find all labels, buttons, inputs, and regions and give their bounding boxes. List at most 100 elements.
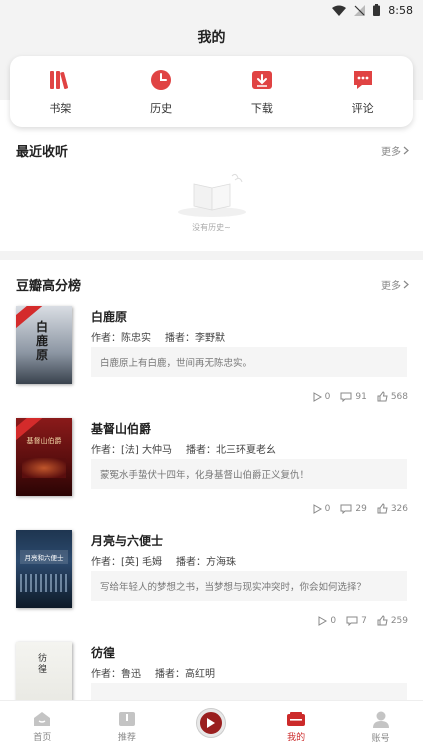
home-icon: [34, 712, 51, 726]
like-count: 568: [377, 391, 408, 402]
book-author: 作者：陈忠实: [91, 333, 151, 344]
like-count-value: 326: [390, 503, 408, 514]
thumbs-up-icon: [377, 615, 388, 626]
book-title: 彷徨: [91, 646, 116, 660]
quick-actions-card: 书架 历史 下载 评论: [10, 56, 413, 127]
comment-count-value: 7: [361, 615, 367, 626]
recent-more-link[interactable]: 更多: [381, 143, 409, 158]
thumbs-up-icon: [377, 391, 388, 402]
comment-count-value: 91: [355, 391, 367, 402]
tab-mine[interactable]: 我的: [254, 701, 339, 752]
tab-account[interactable]: 账号: [338, 701, 423, 752]
bottom-tab-bar: 首页 推荐 我的 账号: [0, 700, 423, 752]
book-description: 蒙冤水手蛰伏十四年，化身基督山伯爵正义复仇！: [91, 459, 407, 489]
ranking-section-header: 豆瓣高分榜 更多: [16, 275, 409, 294]
tab-player[interactable]: [169, 701, 254, 752]
signal-off-icon: [354, 4, 366, 16]
recent-more-label: 更多: [381, 147, 401, 158]
book-author: 作者：[英] 毛姆: [91, 557, 162, 568]
tab-home[interactable]: 首页: [0, 701, 85, 752]
quick-bookshelf[interactable]: 书架: [10, 56, 111, 127]
download-icon: [250, 68, 274, 92]
mine-icon: [287, 712, 306, 726]
bookshelf-icon: [48, 68, 72, 92]
book-author: 作者：鲁迅: [91, 669, 141, 680]
recent-empty-text: 没有历史~: [192, 223, 231, 232]
comment-bubble-icon: [340, 392, 352, 402]
book-title: 月亮与六便士: [91, 534, 164, 548]
book-title: 白鹿原: [91, 310, 128, 324]
page-title: 我的: [197, 30, 226, 46]
tab-recommend-label: 推荐: [117, 733, 136, 743]
quick-bookshelf-label: 书架: [49, 102, 72, 115]
play-icon: [197, 709, 226, 737]
tab-account-label: 账号: [371, 734, 390, 744]
comment-icon: [351, 68, 375, 92]
recent-empty-state: 没有历史~: [0, 170, 423, 240]
book-item[interactable]: 白鹿原 白鹿原 作者：陈忠实 播者：李野默 白鹿原上有白鹿，世间再无陈忠实。 0…: [16, 306, 408, 418]
empty-book-icon: [177, 173, 246, 217]
book-meta: 作者：[英] 毛姆 播者：方海珠: [91, 553, 236, 568]
battery-icon: [373, 4, 381, 16]
recent-title: 最近收听: [16, 145, 69, 160]
comment-count: 7: [346, 616, 367, 626]
play-count: 0: [313, 503, 331, 514]
book-meta: 作者：陈忠实 播者：李野默: [91, 329, 225, 344]
book-narrator: 播者：北三环夏老幺: [185, 445, 276, 456]
book-icon: [118, 712, 135, 726]
book-cover: 基督山伯爵: [16, 418, 72, 496]
quick-download[interactable]: 下载: [212, 56, 313, 127]
clock-icon: [149, 68, 173, 92]
status-time: 8:58: [388, 3, 413, 17]
quick-download-label: 下载: [250, 102, 273, 115]
like-count: 259: [377, 615, 408, 626]
book-description: 写给年轻人的梦想之书，当梦想与现实冲突时，你会如何选择？: [91, 571, 407, 601]
ranking-more-link[interactable]: 更多: [381, 277, 409, 292]
comment-count: 29: [340, 504, 367, 514]
quick-comment[interactable]: 评论: [312, 56, 413, 127]
book-cover: 白鹿原: [16, 306, 72, 384]
tab-recommend[interactable]: 推荐: [85, 701, 170, 752]
cover-art: [22, 458, 66, 478]
comment-bubble-icon: [346, 616, 358, 626]
account-icon: [372, 711, 389, 728]
quick-comment-label: 评论: [351, 102, 374, 115]
book-item[interactable]: 基督山伯爵 基督山伯爵 作者：[法] 大仲马 播者：北三环夏老幺 蒙冤水手蛰伏十…: [16, 418, 408, 530]
cover-title: 基督山伯爵: [26, 437, 62, 445]
comment-count: 91: [340, 391, 367, 402]
book-title: 基督山伯爵: [91, 422, 152, 436]
cover-art: [20, 574, 68, 592]
play-count: 0: [313, 391, 331, 402]
book-stats: 0 7 259: [318, 615, 408, 626]
play-count-value: 0: [324, 391, 331, 402]
book-meta: 作者：[法] 大仲马 播者：北三环夏老幺: [91, 441, 276, 456]
quick-history-label: 历史: [150, 102, 173, 115]
book-meta: 作者：鲁迅 播者：高红明: [91, 665, 215, 680]
play-icon: [313, 503, 322, 514]
book-narrator: 播者：李野默: [165, 333, 225, 344]
book-stats: 0 91 568: [313, 391, 408, 402]
chevron-right-icon: [403, 146, 409, 155]
play-count-value: 0: [324, 503, 331, 514]
ranking-title: 豆瓣高分榜: [16, 279, 82, 294]
play-icon: [313, 391, 322, 402]
play-icon: [318, 615, 328, 626]
quick-history[interactable]: 历史: [111, 56, 212, 127]
cover-title: 白鹿原: [36, 320, 49, 362]
book-stats: 0 29 326: [313, 503, 408, 514]
status-bar: 8:58: [0, 0, 423, 20]
wifi-icon: [332, 5, 347, 16]
book-item[interactable]: 月亮和六便士 月亮与六便士 作者：[英] 毛姆 播者：方海珠 写给年轻人的梦想之…: [16, 530, 408, 642]
like-count: 326: [377, 503, 408, 514]
ranking-more-label: 更多: [381, 281, 401, 292]
cover-title: 彷徨: [38, 654, 48, 675]
thumbs-up-icon: [377, 503, 388, 514]
book-narrator: 播者：方海珠: [175, 557, 236, 568]
recent-section-header: 最近收听 更多: [16, 141, 409, 160]
chevron-right-icon: [403, 280, 409, 289]
tab-home-label: 首页: [33, 733, 52, 743]
tab-mine-label: 我的: [287, 733, 306, 743]
book-description: 白鹿原上有白鹿，世间再无陈忠实。: [91, 347, 407, 377]
like-count-value: 259: [390, 615, 408, 626]
screen: 8:58 我的 书架 历史 下载 评论 最近收听 更多 没有历史~ 豆瓣高分榜 …: [0, 0, 423, 752]
